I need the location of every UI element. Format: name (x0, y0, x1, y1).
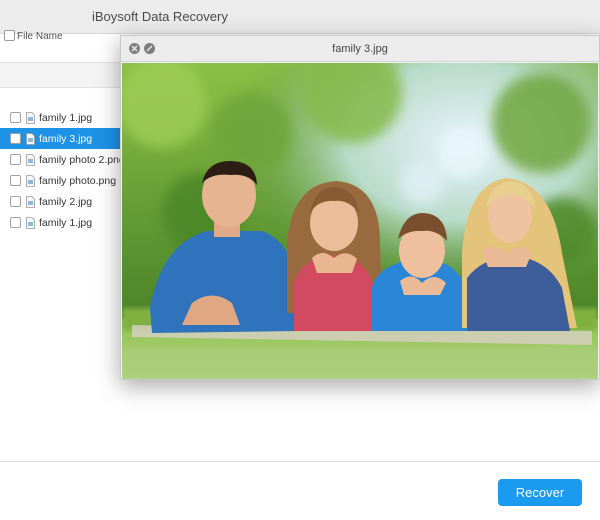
family-photo (122, 63, 598, 379)
file-row[interactable]: family photo 2.png (0, 149, 125, 170)
image-file-icon (26, 174, 35, 187)
image-file-icon (26, 132, 35, 145)
image-file-icon (26, 195, 35, 208)
recover-button[interactable]: Recover (498, 479, 582, 506)
footer-divider (0, 461, 600, 462)
file-name: family photo 2.png (39, 153, 125, 166)
file-row-selected[interactable]: family 3.jpg (0, 128, 125, 149)
file-checkbox[interactable] (10, 112, 21, 123)
file-row[interactable]: family 1.jpg (0, 212, 125, 233)
image-file-icon (26, 153, 35, 166)
file-row[interactable]: family 1.jpg (0, 107, 125, 128)
file-name-column-header[interactable]: File Name (17, 31, 63, 42)
preview-title: family 3.jpg (332, 43, 388, 55)
file-checkbox[interactable] (10, 175, 21, 186)
image-file-icon (26, 111, 35, 124)
app-title: iBoysoft Data Recovery (92, 9, 228, 24)
file-name: family 3.jpg (39, 132, 93, 145)
preview-window: family 3.jpg (120, 35, 600, 380)
file-checkbox[interactable] (10, 133, 21, 144)
file-checkbox[interactable] (10, 196, 21, 207)
file-list-header (0, 62, 125, 88)
file-name: family 1.jpg (39, 216, 93, 229)
file-name: family 2.jpg (39, 195, 93, 208)
file-name: family photo.png (39, 174, 117, 187)
file-checkbox[interactable] (10, 217, 21, 228)
file-row[interactable]: family 2.jpg (0, 191, 125, 212)
file-list: family 1.jpg family 3.jpg family photo 2… (0, 107, 125, 233)
app-titlebar: iBoysoft Data Recovery (0, 0, 600, 34)
image-file-icon (26, 216, 35, 229)
file-checkbox[interactable] (10, 154, 21, 165)
preview-titlebar[interactable]: family 3.jpg (121, 36, 599, 62)
file-row[interactable]: family photo.png (0, 170, 125, 191)
file-name: family 1.jpg (39, 111, 93, 124)
select-all-checkbox[interactable] (4, 30, 15, 41)
